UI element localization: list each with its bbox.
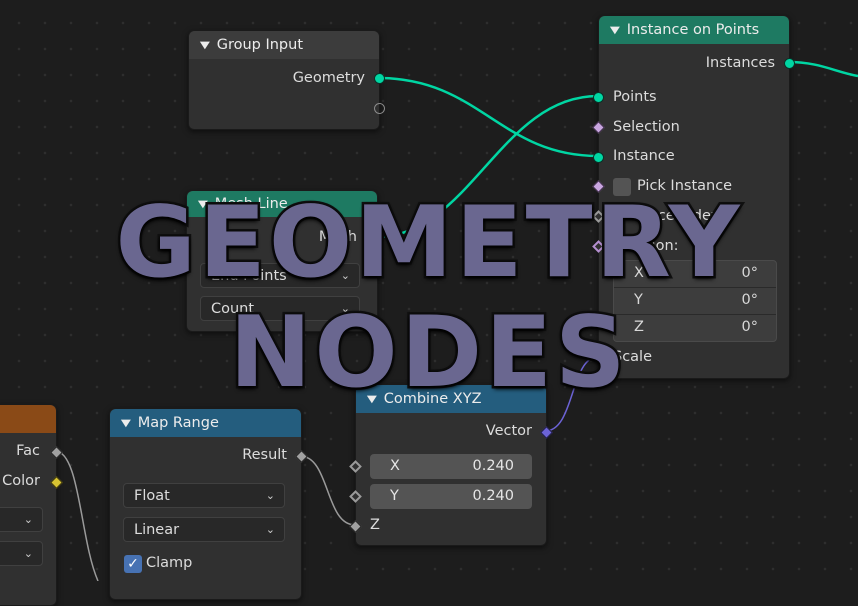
y-value: 0.240	[472, 488, 514, 504]
output-instances-label: Instances	[705, 55, 775, 71]
x-value: 0.240	[472, 458, 514, 474]
y-value-field[interactable]: Y 0.240	[370, 484, 532, 509]
input-instance-label: Instance	[613, 148, 675, 164]
node-title: Instance on Points	[626, 22, 760, 38]
texture-dropdown-1[interactable]: ⌄	[0, 507, 43, 532]
y-label: Y	[390, 488, 399, 504]
input-selection-label: Selection	[613, 119, 680, 135]
dropdown-arrow-icon: ⌄	[23, 547, 33, 560]
node-title: Group Input	[216, 37, 304, 53]
group-input-node[interactable]: ▼ Group Input Geometry	[188, 30, 385, 130]
instance-on-points-header[interactable]: ▼ Instance on Points	[599, 16, 789, 44]
texture-dropdown-2[interactable]: ⌄	[0, 541, 43, 566]
clamp-checkbox[interactable]: ✓	[124, 555, 142, 573]
x-value-field[interactable]: X 0.240	[370, 454, 532, 479]
chevron-down-icon[interactable]: ▼	[200, 40, 210, 51]
input-points-label: Points	[613, 89, 657, 105]
interpolation-dropdown[interactable]: Linear ⌄	[123, 517, 285, 542]
input-points-socket[interactable]	[593, 92, 604, 103]
group-input-header[interactable]: ▼ Group Input	[189, 31, 379, 59]
link-fac-out	[54, 450, 99, 581]
link-geometry-to-instance	[377, 76, 599, 158]
link-result-to-z	[299, 455, 356, 526]
output-geometry-socket[interactable]	[374, 73, 385, 84]
output-vector-label: Vector	[485, 423, 532, 439]
dropdown-arrow-icon: ⌄	[265, 489, 275, 502]
map-range-header[interactable]: ▼ Map Range	[110, 409, 301, 437]
link-instances-out	[787, 60, 858, 78]
overlay-title-line2: NODES	[227, 296, 629, 411]
overlay-title-line1: GEOMETRY	[113, 186, 743, 301]
chevron-down-icon[interactable]: ▼	[121, 418, 131, 429]
data-type-dropdown[interactable]: Float ⌄	[123, 483, 285, 508]
interpolation-value: Linear	[134, 521, 180, 538]
empty-socket[interactable]	[374, 103, 385, 114]
output-fac-label: Fac	[16, 443, 40, 459]
texture-node-partial[interactable]: Fac Color ⌄ ⌄	[0, 404, 63, 606]
chevron-down-icon[interactable]: ▼	[610, 25, 620, 36]
output-result-label: Result	[242, 447, 287, 463]
output-geometry-label: Geometry	[292, 70, 365, 86]
output-color-label: Color	[2, 473, 40, 489]
texture-node-header[interactable]	[0, 405, 56, 433]
checkmark-icon: ✓	[127, 556, 139, 572]
node-title: Map Range	[137, 415, 219, 431]
data-type-value: Float	[134, 487, 170, 504]
output-instances-socket[interactable]	[784, 58, 795, 69]
map-range-node[interactable]: ▼ Map Range Result Float ⌄ Linear ⌄ ✓ Cl…	[109, 408, 308, 600]
x-label: X	[390, 458, 400, 474]
clamp-label: Clamp	[146, 555, 193, 571]
dropdown-arrow-icon: ⌄	[23, 513, 33, 526]
input-instance-socket[interactable]	[593, 152, 604, 163]
dropdown-arrow-icon: ⌄	[265, 523, 275, 536]
input-z-label: Z	[370, 517, 380, 533]
